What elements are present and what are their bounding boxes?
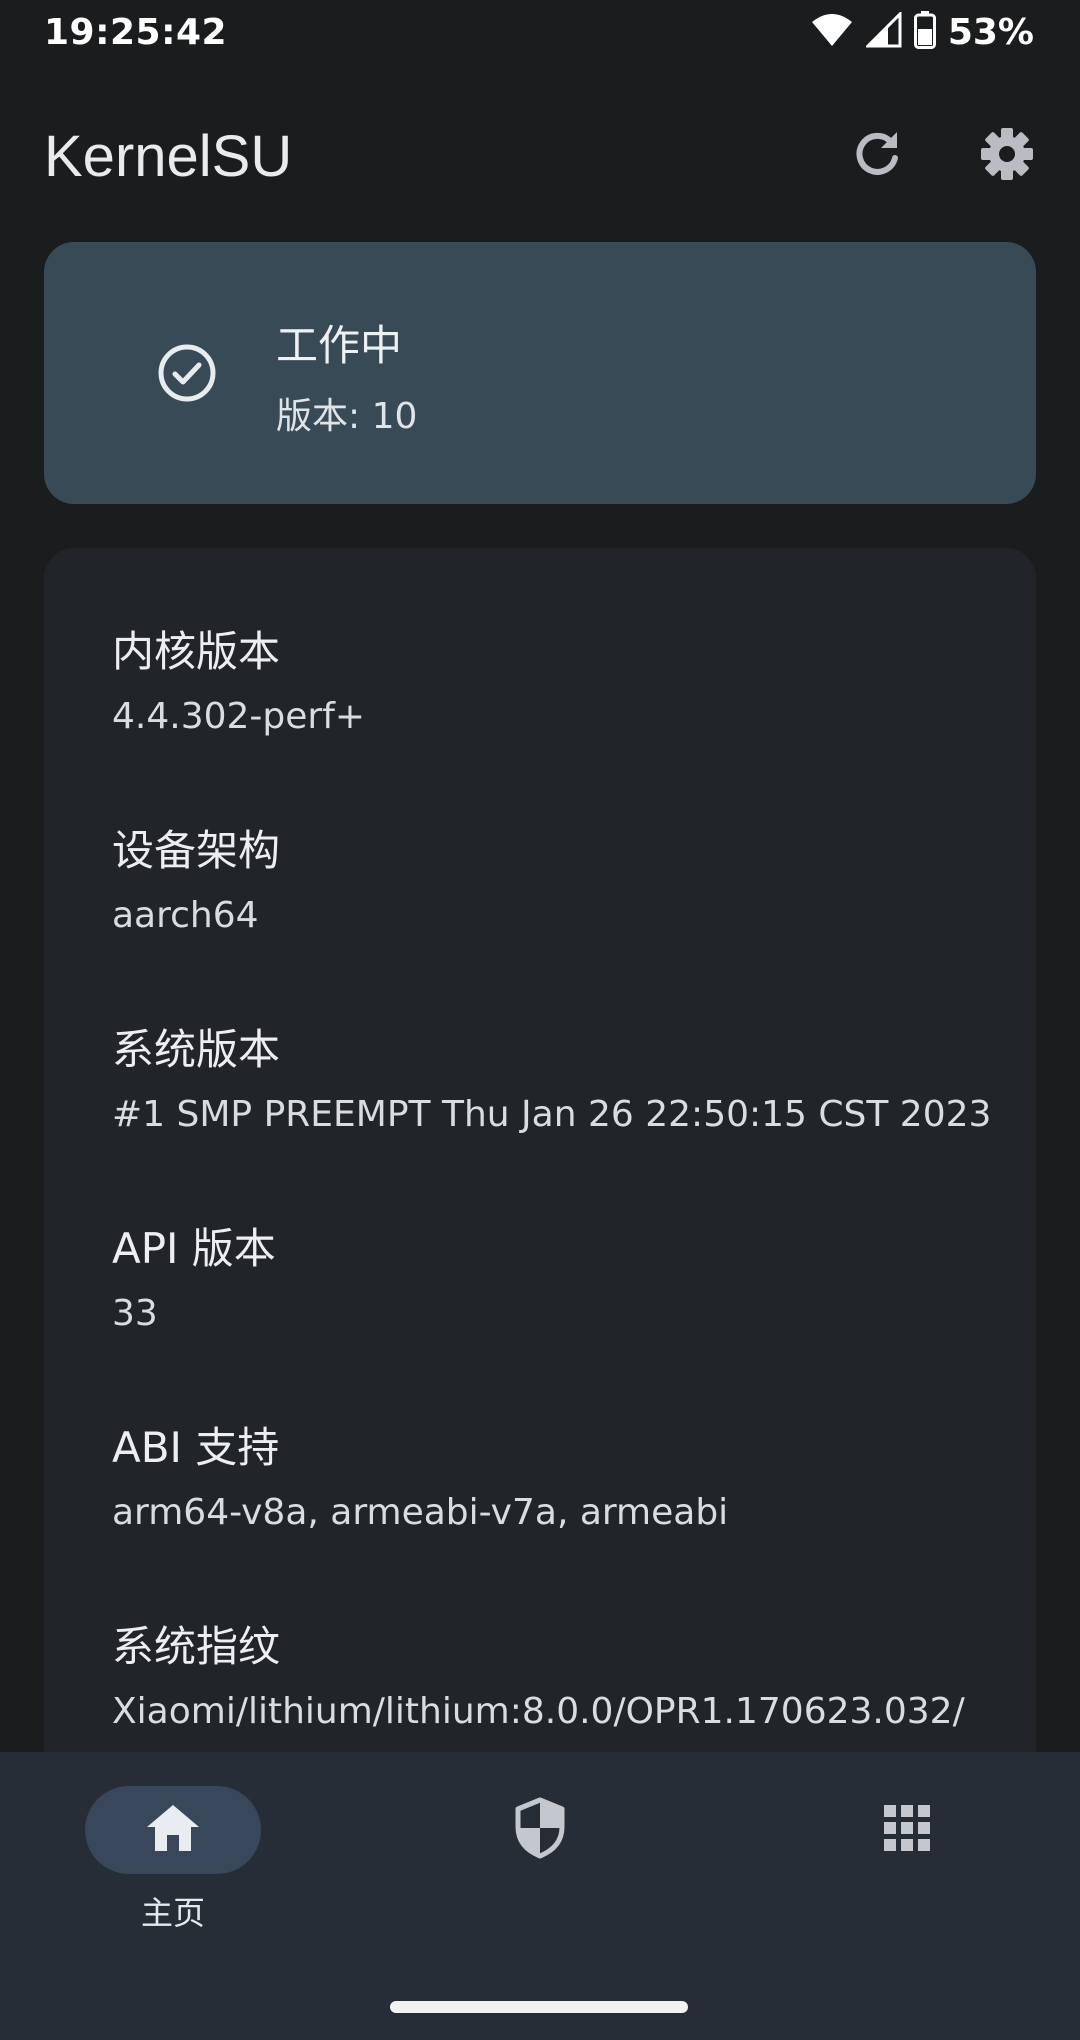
refresh-button[interactable] <box>842 121 912 191</box>
info-value: 4.4.302-perf+ <box>112 696 366 737</box>
nav-item-superuser[interactable] <box>452 1786 628 1888</box>
info-card: 内核版本 4.4.302-perf+ 设备架构 aarch64 系统版本 #1 … <box>44 548 1036 1848</box>
gesture-handle[interactable] <box>390 2001 688 2013</box>
info-label: 系统版本 <box>112 1025 281 1074</box>
cell-signal-icon <box>864 10 902 52</box>
info-system-version: 系统版本 #1 SMP PREEMPT Thu Jan 26 22:50:15 … <box>44 1016 1036 1143</box>
info-value: #1 SMP PREEMPT Thu Jan 26 22:50:15 CST 2… <box>112 1094 992 1135</box>
home-icon <box>145 1803 201 1857</box>
top-actions <box>842 121 1042 191</box>
top-app-bar: KernelSU <box>0 100 1080 212</box>
info-label: ABI 支持 <box>112 1423 280 1472</box>
check-circle-icon <box>156 342 218 404</box>
nav-item-home[interactable]: 主页 <box>85 1786 261 1934</box>
app-title: KernelSU <box>44 123 293 189</box>
info-label: API 版本 <box>112 1224 276 1273</box>
info-api-version: API 版本 33 <box>44 1215 1036 1342</box>
battery-icon <box>913 11 936 53</box>
info-abi-support: ABI 支持 arm64-v8a, armeabi-v7a, armeabi <box>44 1414 1036 1541</box>
status-title: 工作中 <box>276 321 403 370</box>
status-icons: 53% <box>810 10 1034 53</box>
apps-grid-icon <box>882 1803 932 1857</box>
info-value: arm64-v8a, armeabi-v7a, armeabi <box>112 1492 729 1533</box>
status-version: 版本: 10 <box>276 396 418 437</box>
info-label: 设备架构 <box>112 826 281 875</box>
refresh-icon <box>851 128 903 184</box>
info-label: 内核版本 <box>112 627 281 676</box>
status-card[interactable]: 工作中 版本: 10 <box>44 242 1036 504</box>
wifi-icon <box>810 12 854 52</box>
screen: 19:25:42 53% KernelSU 工作中 版本: 10 内核版本 4.… <box>0 0 1080 2040</box>
nav-indicator <box>819 1786 995 1874</box>
info-value: 33 <box>112 1293 158 1334</box>
shield-icon <box>514 1797 566 1863</box>
battery-percent: 53% <box>947 11 1034 53</box>
status-time: 19:25:42 <box>44 11 228 53</box>
info-kernel-version: 内核版本 4.4.302-perf+ <box>44 618 1036 745</box>
nav-indicator <box>452 1786 628 1874</box>
info-label: 系统指纹 <box>112 1622 281 1671</box>
settings-icon <box>979 126 1035 186</box>
nav-indicator <box>85 1786 261 1874</box>
info-value: aarch64 <box>112 895 259 936</box>
status-bar: 19:25:42 53% <box>0 0 1080 64</box>
status-text: 工作中 版本: 10 <box>276 312 417 439</box>
info-value: Xiaomi/lithium/lithium:8.0.0/OPR1.170623… <box>112 1691 965 1732</box>
bottom-navigation: 主页 <box>0 1752 1080 2040</box>
settings-button[interactable] <box>972 121 1042 191</box>
nav-item-modules[interactable] <box>819 1786 995 1888</box>
nav-label-home: 主页 <box>140 1894 205 1932</box>
info-device-arch: 设备架构 aarch64 <box>44 817 1036 944</box>
